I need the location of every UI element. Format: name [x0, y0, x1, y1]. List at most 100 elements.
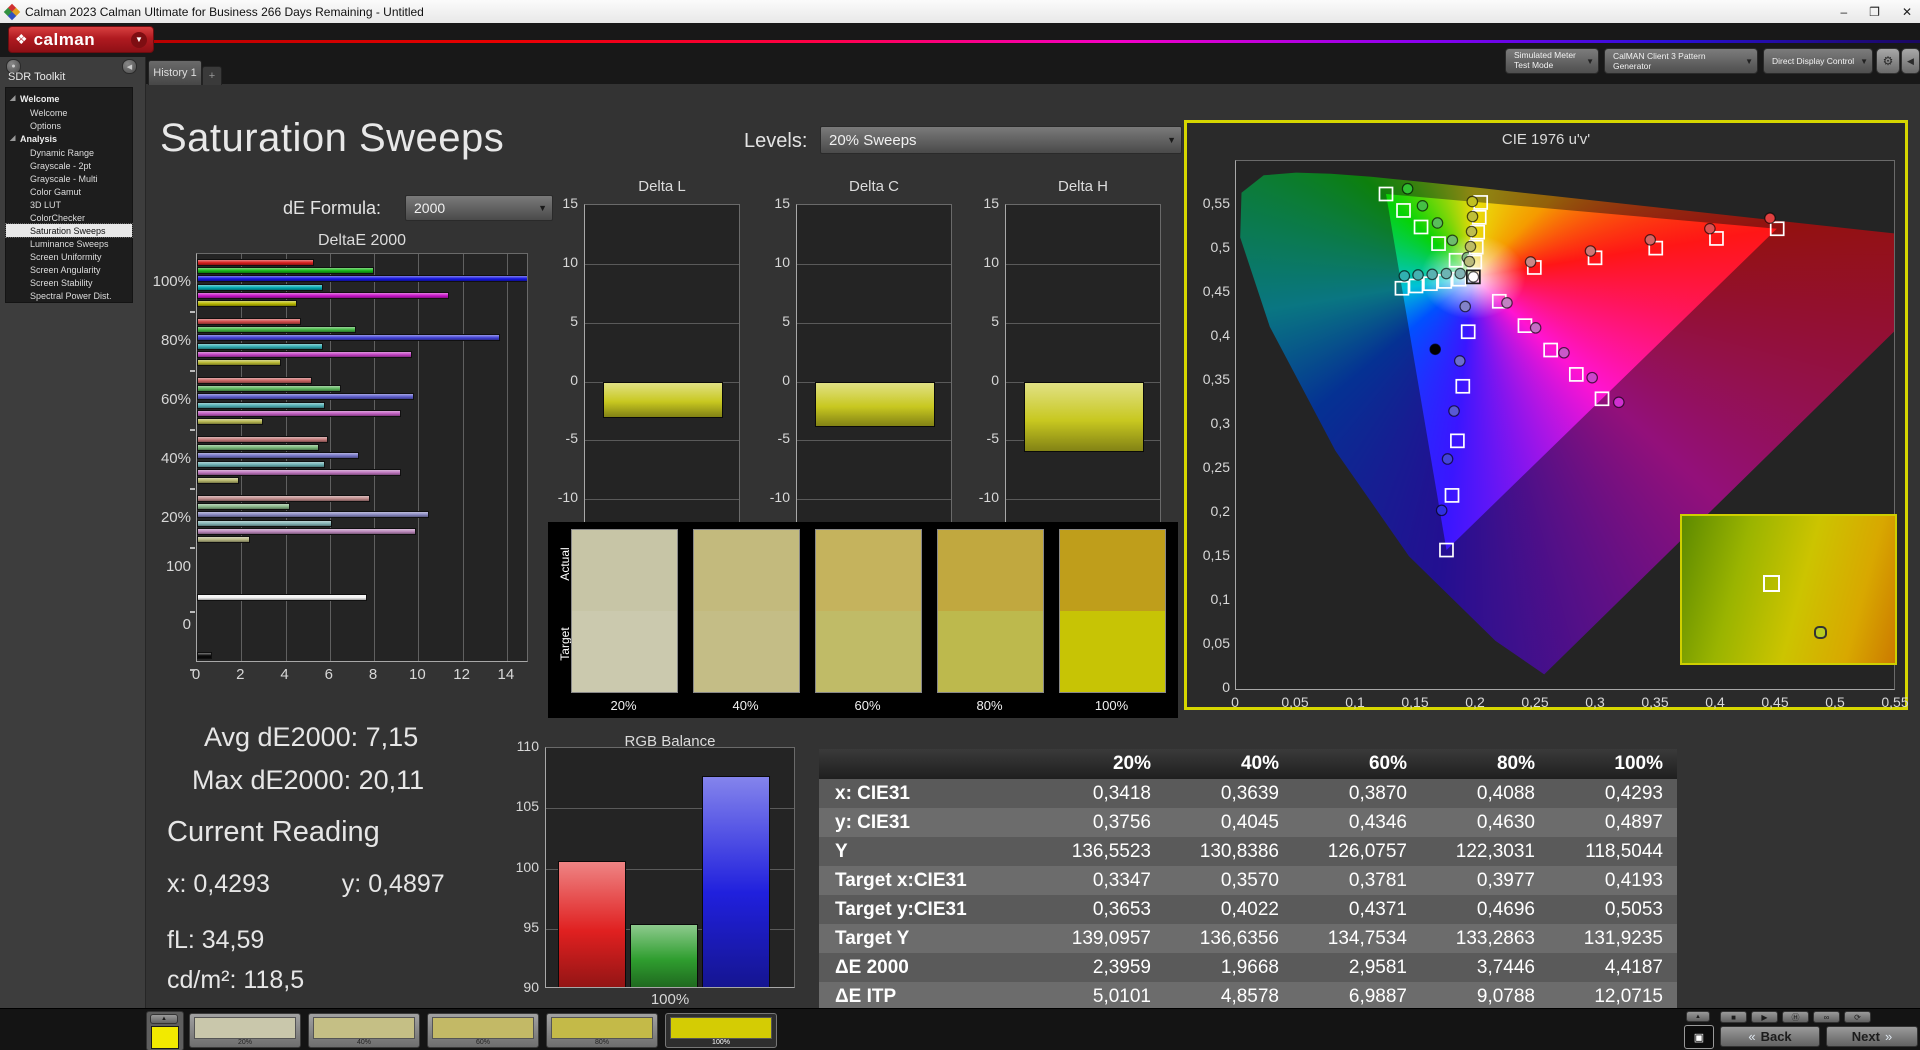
controls-up-button[interactable]: ▲	[1686, 1011, 1710, 1022]
fullscreen-pattern-button[interactable]: ▣	[1684, 1025, 1714, 1049]
table-row: Target x:CIE31 0,3347 0,3570 0,3781 0,3977 0,…	[819, 866, 1677, 895]
stop-button[interactable]: ■	[1720, 1011, 1747, 1023]
sidebar-section-welcome[interactable]: ◢ Welcome	[6, 92, 132, 106]
sidebar-collapse-button[interactable]: ◀	[122, 59, 137, 74]
meter-status-stripe	[1506, 49, 1510, 73]
loop-button[interactable]: ∞	[1813, 1011, 1840, 1023]
sidebar-item-grayscale-multi[interactable]: Grayscale - Multi	[6, 172, 132, 185]
collapse-panel-button[interactable]: ◀	[1901, 48, 1920, 74]
measurement-table: 20% 40% 60% 80% 100% x: CIE31 0,3418 0,3639 0,38…	[819, 749, 1677, 1011]
sidebar-item-grayscale-2pt[interactable]: Grayscale - 2pt	[6, 159, 132, 172]
sidebar-item-options[interactable]: Options	[6, 119, 132, 132]
delta-y-tick: -10	[769, 489, 790, 506]
measured-dot-red-20	[1524, 256, 1537, 268]
sidebar-item-dynamic-range[interactable]: Dynamic Range	[6, 146, 132, 159]
pattern-thumb-60%[interactable]: 60%	[427, 1013, 539, 1048]
rgb-y-tick: 100	[515, 858, 539, 875]
measured-dot-blue-100	[1435, 504, 1448, 517]
minimize-button[interactable]: –	[1840, 5, 1847, 19]
sidebar-item-screen-angularity[interactable]: Screen Angularity	[6, 263, 132, 276]
avg-de2000-stat: Avg dE2000: 7,15	[204, 722, 419, 752]
refresh-button[interactable]: ⟳	[1844, 1011, 1871, 1023]
sidebar-item-colorchecker[interactable]: ColorChecker	[6, 211, 132, 224]
deltae-bar-yellow-80%	[197, 359, 282, 366]
back-button[interactable]: « Back	[1720, 1026, 1820, 1047]
cell-value: 4,8578	[1165, 982, 1293, 1011]
settings-button[interactable]: ⚙	[1876, 48, 1900, 74]
pattern-thumb-40%[interactable]: 40%	[308, 1013, 420, 1048]
target-square-blue-80	[1444, 488, 1460, 503]
sidebar-item-luminance-sweeps[interactable]: Luminance Sweeps	[6, 237, 132, 250]
delta-y-tick: -5	[986, 430, 999, 447]
measured-dot-magenta-60	[1558, 346, 1570, 359]
page-title: Saturation Sweeps	[160, 116, 505, 160]
row-label: Y	[819, 837, 1037, 866]
pattern-generator-dropdown[interactable]: CalMAN Client 3 Pattern Generator ▼	[1604, 48, 1758, 74]
cell-value: 4,4187	[1549, 953, 1677, 982]
pattern-thumb-20%[interactable]: 20%	[189, 1013, 301, 1048]
target-square-red-100	[1769, 221, 1785, 237]
thumb-label: 40%	[356, 1039, 371, 1046]
deltae-bar-blue-20%	[197, 511, 430, 519]
chevron-right-icon: »	[1884, 1029, 1893, 1044]
patch-up-button[interactable]: ▲	[150, 1014, 178, 1024]
add-tab-button[interactable]: +	[202, 66, 222, 85]
next-button[interactable]: Next »	[1826, 1026, 1918, 1047]
calman-menu-arrow-icon[interactable]: ▼	[131, 31, 147, 48]
close-button[interactable]: ✕	[1902, 5, 1912, 19]
sidebar-item-color-gamut[interactable]: Color Gamut	[6, 185, 132, 198]
sidebar-item-3d-lut[interactable]: 3D LUT	[6, 198, 132, 211]
cell-value: 131,9235	[1549, 924, 1677, 953]
deltae-x-tick: 2	[236, 666, 245, 683]
sidebar-item-saturation-sweeps[interactable]: Saturation Sweeps	[5, 223, 133, 238]
cell-value: 0,3870	[1293, 779, 1421, 808]
sidebar-item-screen-uniformity[interactable]: Screen Uniformity	[6, 250, 132, 263]
deltae-bar-magenta-20%	[197, 527, 417, 535]
target-square-blue-100	[1439, 542, 1454, 558]
sidebar-section-analysis[interactable]: ◢ Analysis	[6, 132, 132, 146]
deltae-bar-green-40%	[197, 444, 319, 452]
measured-dot-cyan-20	[1454, 267, 1467, 280]
de-formula-dropdown[interactable]: 2000 ▼	[405, 195, 553, 221]
thumb-swatch	[670, 1017, 772, 1039]
sidebar-item-welcome[interactable]: Welcome	[6, 106, 132, 119]
cell-value: 136,5523	[1037, 837, 1165, 866]
pattern-thumb-80%[interactable]: 80%	[546, 1013, 658, 1048]
deltae-group-label: 0	[182, 616, 191, 633]
levels-label: Levels:	[744, 130, 808, 152]
display-control-dropdown[interactable]: Direct Display Control ▼	[1763, 48, 1873, 74]
cell-value: 126,0757	[1293, 837, 1421, 866]
maximize-button[interactable]: ❐	[1869, 5, 1880, 19]
sidebar-item-screen-stability[interactable]: Screen Stability	[6, 276, 132, 289]
measured-dot-blue-80	[1441, 453, 1454, 465]
tab-history-1[interactable]: History 1	[148, 60, 202, 85]
play-button[interactable]: ▶	[1751, 1011, 1778, 1023]
deltae-bar-red-80%	[197, 318, 302, 325]
cie-zoom-inset	[1680, 514, 1897, 665]
chevron-down-icon: ▼	[1167, 135, 1176, 145]
meter-dropdown[interactable]: Simulated Meter Test Mode ▼	[1505, 48, 1599, 74]
delta-y-tick: -10	[978, 489, 999, 506]
sidebar-tree: ◢ Welcome Welcome Options ◢ Analysis Dynamic R…	[5, 87, 133, 303]
calman-menu-button[interactable]: ❖ calman ▼	[8, 26, 154, 53]
delta-chart-delta-c	[796, 204, 952, 557]
deltae-x-tick: 14	[497, 666, 515, 683]
levels-dropdown[interactable]: 20% Sweeps ▼	[820, 126, 1182, 154]
delta-y-tick: 10	[983, 253, 999, 270]
history-button[interactable]: Ⓗ	[1782, 1011, 1809, 1023]
delta-chart-title: Delta L	[638, 178, 686, 195]
swatch-target-60%	[815, 611, 922, 693]
measured-dot-magenta-100	[1612, 396, 1625, 409]
cell-value: 9,0788	[1421, 982, 1549, 1011]
patch-holder: ▲	[146, 1011, 184, 1050]
sidebar-item-spectral-power-dist-[interactable]: Spectral Power Dist.	[6, 289, 132, 302]
table-header-blank	[819, 749, 1037, 779]
table-row: Target Y 139,0957 136,6356 134,7534 133,2863…	[819, 924, 1677, 953]
measured-dot-green-40	[1446, 234, 1459, 247]
bottom-bar: ▲ 20% 40% 60% 80% 100% ▲ ▣ ■ ▶ Ⓗ ∞ ⟳ « Back Next…	[0, 1008, 1920, 1050]
deltae-bar-green-100%	[197, 267, 375, 275]
cell-value: 139,0957	[1037, 924, 1165, 953]
measured-dot-cyan-40	[1440, 267, 1453, 280]
window-titlebar[interactable]: Calman 2023 Calman Ultimate for Business…	[0, 0, 1920, 23]
pattern-thumb-100%[interactable]: 100%	[665, 1013, 777, 1048]
